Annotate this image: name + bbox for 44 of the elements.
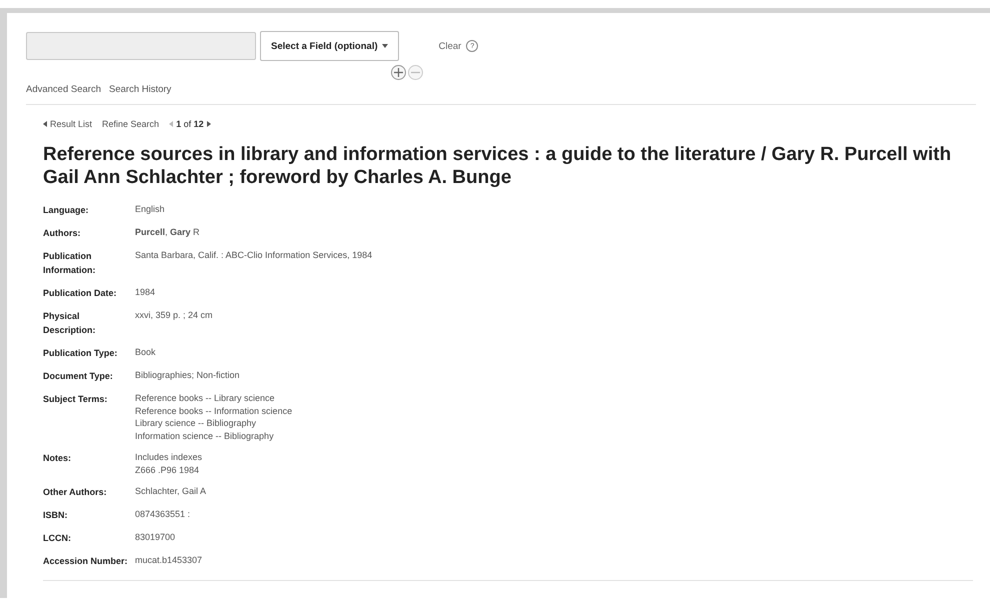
field-value: Santa Barbara, Calif. : ABC-Clio Information Services, 1984 <box>135 249 374 262</box>
field-value: English <box>135 203 166 216</box>
result-list-link[interactable]: Result List <box>43 119 92 129</box>
back-icon <box>43 121 47 127</box>
field-label: Subject Terms: <box>43 393 108 406</box>
previous-icon[interactable] <box>169 121 174 127</box>
field-value: 1984 <box>135 286 156 298</box>
field-label: Other Authors: <box>43 486 108 499</box>
field-value: Book <box>135 346 157 358</box>
field-value: Library science -- Bibliography <box>135 417 258 430</box>
field-label: Authors: <box>43 227 82 240</box>
search-field[interactable] <box>26 32 256 60</box>
field-label: Publication Type: <box>43 347 118 360</box>
clear-link[interactable]: Clear <box>438 40 462 52</box>
field-value: Schlachter, Gail A <box>135 485 208 498</box>
field-label: Physical Description: <box>43 310 97 337</box>
caret-icon <box>382 44 388 48</box>
field-value: xxvi, 359 p. ; 24 cm <box>135 309 214 322</box>
field-value: Information science -- Bibliography <box>135 430 275 442</box>
field-label: Publication Information: <box>43 250 96 277</box>
field-select[interactable]: Select a Field (optional) <box>260 31 399 61</box>
field-value: Reference books -- Library science <box>135 392 276 404</box>
field-label: Language: <box>43 204 90 217</box>
field-value: Reference books -- Information science <box>135 404 294 417</box>
field-value: mucat.b1453307 <box>135 554 204 566</box>
field-label: ISBN: <box>43 509 68 522</box>
field-value: Z666 .P96 1984 <box>135 464 200 476</box>
refine-search-link[interactable]: Refine Search <box>102 119 160 129</box>
field-value: Includes indexes <box>135 451 204 464</box>
field-label: Accession Number: <box>43 555 129 568</box>
field-label: Notes: <box>43 452 72 465</box>
search-link[interactable]: Search History <box>109 84 172 95</box>
add-icon[interactable] <box>391 65 406 80</box>
search-link[interactable]: Advanced Search <box>26 84 101 95</box>
next-icon[interactable] <box>206 121 211 127</box>
field-value: Purcell, Gary R <box>135 226 201 238</box>
field-value: 83019700 <box>135 531 176 544</box>
field-label: Document Type: <box>43 370 114 383</box>
field-label: LCCN: <box>43 532 72 545</box>
result-position: 1 of 12 <box>176 119 204 129</box>
field-label: Publication Date: <box>43 287 118 300</box>
field-value: 0874363551 : <box>135 508 192 520</box>
field-value: Bibliographies; Non-fiction <box>135 369 241 382</box>
record-title: Reference sources in library and information services : a guide to the literature / Gary R. Purcell with Gail Ann Schlachter ; foreword by Charles A. Bunge <box>43 143 952 189</box>
